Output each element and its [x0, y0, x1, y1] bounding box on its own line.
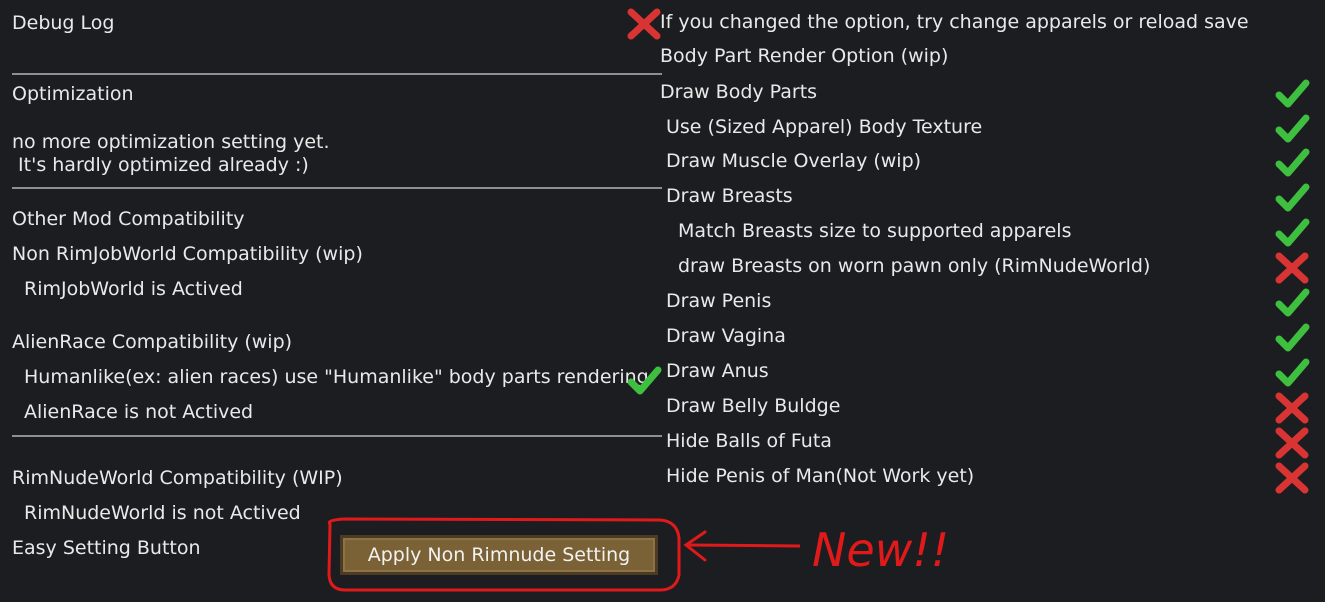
option-checkbox[interactable]	[1274, 180, 1310, 216]
rimnude-compat-label: RimNudeWorld Compatibility (WIP)	[12, 467, 343, 489]
apply-non-rimnude-setting-button[interactable]: Apply Non Rimnude Setting	[340, 535, 658, 575]
option-label: Draw Body Parts	[660, 81, 818, 103]
optimization-heading: Optimization	[12, 83, 134, 105]
option-checkbox[interactable]	[1274, 460, 1310, 496]
option-checkbox[interactable]	[1274, 111, 1310, 147]
divider	[12, 73, 662, 75]
checkmark-icon	[1275, 218, 1310, 247]
option-label: Draw Belly Buldge	[666, 395, 841, 417]
option-label: Match Breasts size to supported apparels	[678, 220, 1072, 242]
cross-icon	[1275, 252, 1309, 284]
optimization-message-line2: It's hardly optimized already :)	[12, 154, 309, 176]
option-label: draw Breasts on worn pawn only (RimNudeW…	[678, 255, 1151, 277]
option-label: Draw Penis	[666, 290, 772, 312]
checkmark-icon	[1275, 79, 1310, 108]
option-label: Draw Muscle Overlay (wip)	[666, 150, 922, 172]
humanlike-checkbox[interactable]	[626, 363, 662, 399]
non-rjw-compat-label: Non RimJobWorld Compatibility (wip)	[12, 243, 363, 265]
alienrace-compat-label: AlienRace Compatibility (wip)	[12, 331, 293, 353]
annotation-text: New!!	[812, 523, 949, 577]
option-label: Draw Breasts	[666, 185, 793, 207]
checkmark-icon	[1275, 323, 1310, 352]
cross-icon	[1275, 427, 1309, 459]
checkmark-icon	[1275, 114, 1310, 143]
option-checkbox[interactable]	[1274, 250, 1310, 286]
option-checkbox[interactable]	[1274, 355, 1310, 391]
easy-setting-label: Easy Setting Button	[12, 537, 201, 559]
alienrace-status: AlienRace is not Actived	[24, 401, 254, 423]
render-option-heading: Body Part Render Option (wip)	[660, 45, 949, 67]
optimization-message-line1: no more optimization setting yet.	[12, 131, 330, 153]
option-checkbox[interactable]	[1274, 390, 1310, 426]
option-label: Hide Penis of Man(Not Work yet)	[666, 465, 975, 487]
option-label: Draw Anus	[666, 360, 769, 382]
option-label: Hide Balls of Futa	[666, 430, 832, 452]
checkmark-icon	[1275, 148, 1310, 177]
debug-log-label: Debug Log	[12, 12, 115, 34]
option-checkbox[interactable]	[1274, 76, 1310, 112]
cross-icon	[1275, 462, 1309, 494]
checkmark-icon	[627, 366, 662, 395]
other-mod-heading: Other Mod Compatibility	[12, 208, 245, 230]
option-checkbox[interactable]	[1274, 285, 1310, 321]
option-checkbox[interactable]	[1274, 320, 1310, 356]
rimnude-status: RimNudeWorld is not Actived	[24, 502, 301, 524]
rjw-status: RimJobWorld is Actived	[24, 278, 243, 300]
option-checkbox[interactable]	[1274, 215, 1310, 251]
option-label: Draw Vagina	[666, 325, 786, 347]
divider	[12, 435, 662, 437]
divider	[12, 187, 662, 189]
checkmark-icon	[1275, 358, 1310, 387]
checkmark-icon	[1275, 183, 1310, 212]
cross-icon	[1275, 392, 1309, 424]
notice-text: If you changed the option, try change ap…	[660, 11, 1249, 33]
option-checkbox[interactable]	[1274, 425, 1310, 461]
checkmark-icon	[1275, 288, 1310, 317]
humanlike-option-label: Humanlike(ex: alien races) use "Humanlik…	[24, 366, 649, 388]
cross-icon	[627, 8, 661, 40]
option-checkbox[interactable]	[1274, 145, 1310, 181]
debug-log-checkbox[interactable]	[626, 6, 662, 42]
option-label: Use (Sized Apparel) Body Texture	[666, 116, 983, 138]
